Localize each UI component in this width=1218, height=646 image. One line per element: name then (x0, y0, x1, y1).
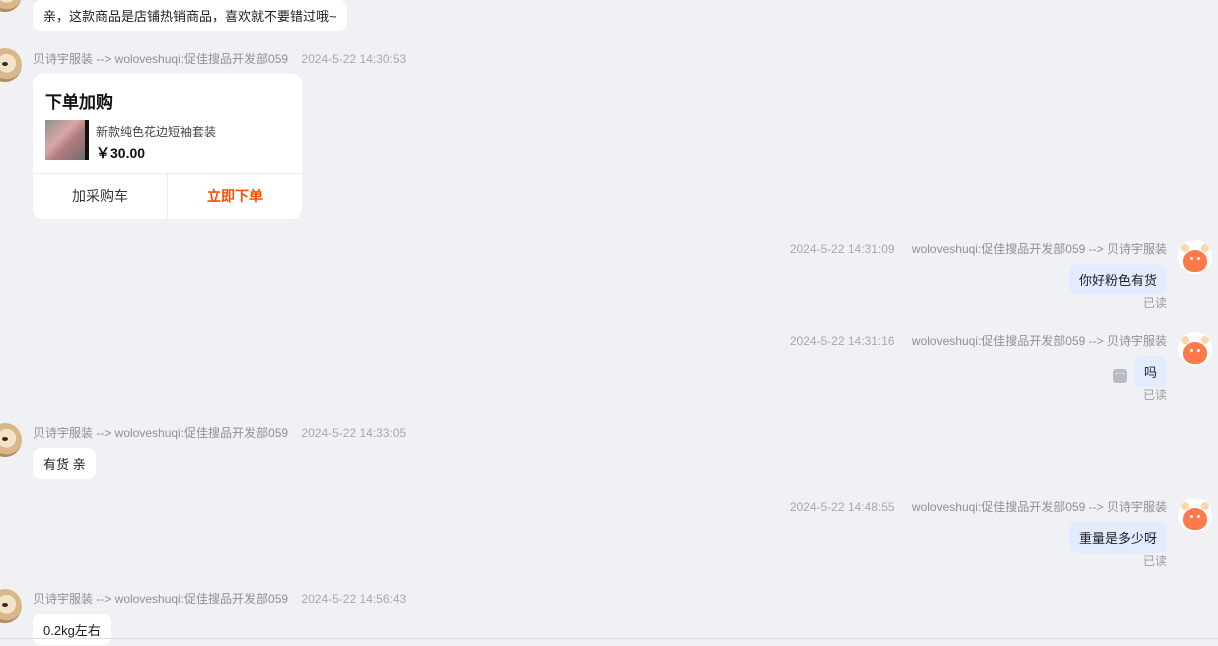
cow-avatar-icon (1178, 332, 1212, 366)
sender-receiver: woloveshuqi:促佳搜品开发部059 --> 贝诗宇服装 (911, 500, 1167, 514)
order-now-button[interactable]: 立即下单 (168, 174, 302, 219)
message-meta: 贝诗宇服装 --> woloveshuqi:促佳搜品开发部059 2024-5-… (33, 50, 406, 67)
customer-avatar (0, 589, 22, 623)
more-icon[interactable]: ··· (1113, 369, 1127, 383)
message-bubble: 0.2kg左右 (33, 614, 111, 645)
sender-receiver: 贝诗宇服装 --> woloveshuqi:促佳搜品开发部059 (33, 592, 289, 606)
timestamp: 2024-5-22 14:31:16 (789, 334, 895, 348)
sender-receiver: woloveshuqi:促佳搜品开发部059 --> 贝诗宇服装 (911, 242, 1167, 256)
message-meta: 2024-5-22 14:31:09 woloveshuqi:促佳搜品开发部05… (790, 240, 1167, 257)
cow-avatar-icon (1178, 240, 1212, 274)
customer-avatar (0, 48, 22, 82)
read-status: 已读 (1142, 554, 1167, 568)
add-to-cart-button[interactable]: 加采购车 (33, 174, 167, 219)
order-card: 下单加购 新款纯色花边短袖套装 ￥30.00 加采购车 立即下单 (33, 74, 302, 219)
message-bubble: 重量是多少呀 (1068, 522, 1167, 553)
timestamp: 2024-5-22 14:33:05 (301, 426, 407, 440)
sender-receiver: woloveshuqi:促佳搜品开发部059 --> 贝诗宇服装 (911, 334, 1167, 348)
message-meta: 贝诗宇服装 --> woloveshuqi:促佳搜品开发部059 2024-5-… (33, 424, 406, 441)
cow-avatar-icon (1178, 498, 1212, 532)
sender-receiver: 贝诗宇服装 --> woloveshuqi:促佳搜品开发部059 (33, 52, 289, 66)
timestamp: 2024-5-22 14:30:53 (301, 52, 407, 66)
divider (0, 638, 1218, 639)
message-bubble: 吗 (1133, 356, 1167, 387)
product-thumbnail[interactable] (45, 120, 89, 160)
read-status: 已读 (1142, 296, 1167, 310)
message-bubble: 有货 亲 (33, 448, 96, 479)
sender-receiver: 贝诗宇服装 --> woloveshuqi:促佳搜品开发部059 (33, 426, 289, 440)
message-bubble: 亲，这款商品是店铺热销商品，喜欢就不要错过哦~ (33, 0, 347, 31)
message-meta: 2024-5-22 14:48:55 woloveshuqi:促佳搜品开发部05… (790, 498, 1167, 515)
product-price: ￥30.00 (96, 145, 146, 161)
customer-avatar (0, 0, 22, 12)
message-meta: 贝诗宇服装 --> woloveshuqi:促佳搜品开发部059 2024-5-… (33, 590, 406, 607)
message-bubble: 你好粉色有货 (1068, 264, 1167, 295)
read-status: 已读 (1142, 388, 1167, 402)
timestamp: 2024-5-22 14:56:43 (301, 592, 407, 606)
product-name[interactable]: 新款纯色花边短袖套装 (96, 123, 216, 140)
message-meta: 2024-5-22 14:31:16 woloveshuqi:促佳搜品开发部05… (790, 332, 1167, 349)
timestamp: 2024-5-22 14:31:09 (789, 242, 895, 256)
customer-avatar (0, 423, 22, 457)
timestamp: 2024-5-22 14:48:55 (789, 500, 895, 514)
card-title: 下单加购 (45, 93, 113, 112)
